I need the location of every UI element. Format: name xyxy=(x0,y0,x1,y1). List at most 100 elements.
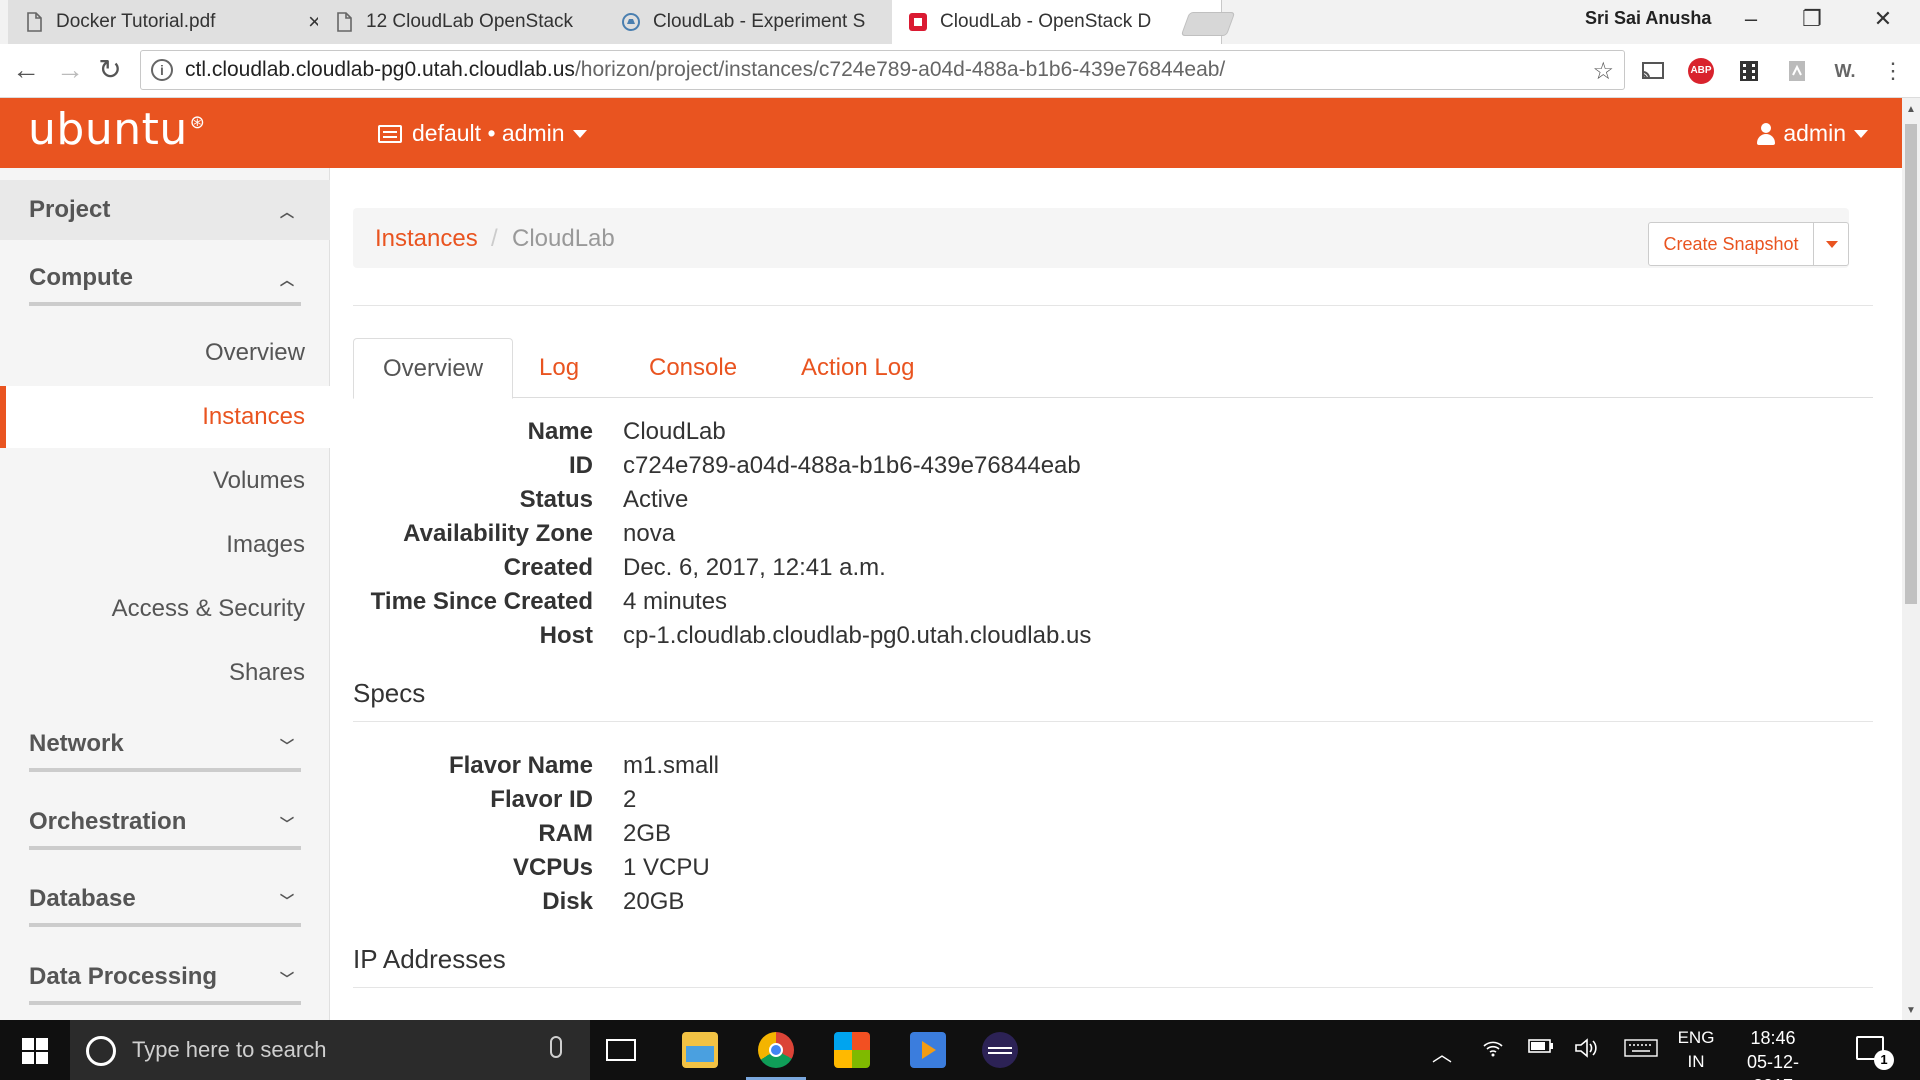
user-menu[interactable]: admin xyxy=(1757,120,1868,147)
restore-icon[interactable]: ❐ xyxy=(1797,6,1827,32)
forward-icon[interactable]: → xyxy=(52,54,88,86)
chrome-center-icon xyxy=(769,1043,783,1057)
specs-row-ram: RAM 2GB xyxy=(353,820,1553,854)
film-icon[interactable] xyxy=(1736,58,1762,84)
breadcrumb-instances-link[interactable]: Instances xyxy=(375,225,478,253)
overview-row-host: Host cp-1.cloudlab.cloudlab-pg0.utah.clo… xyxy=(353,622,1553,656)
sidebar-section-label: Network xyxy=(29,730,124,757)
overview-row-availability-zone: Availability Zone nova xyxy=(353,520,1553,554)
specs-row-vcpus: VCPUs 1 VCPU xyxy=(353,854,1553,888)
page-scrollbar[interactable]: ▲ ▼ xyxy=(1902,98,1920,1020)
scrollbar-thumb[interactable] xyxy=(1905,124,1917,604)
sidebar-section-compute[interactable]: Compute ︿ xyxy=(0,264,330,292)
sidebar-section-orchestration[interactable]: Orchestration ﹀ xyxy=(0,808,330,836)
chevron-down-icon: ﹀ xyxy=(280,971,294,987)
create-snapshot-button[interactable]: Create Snapshot xyxy=(1648,222,1814,266)
project-switcher-label: default • admin xyxy=(412,120,565,146)
adblock-icon[interactable]: ABP xyxy=(1688,58,1714,84)
sidebar-section-label: Orchestration xyxy=(29,808,187,835)
field-value: m1.small xyxy=(623,752,720,779)
bookmark-star-icon[interactable]: ☆ xyxy=(1592,57,1614,86)
sidebar-item-access-security[interactable]: Access & Security xyxy=(0,578,330,640)
sidebar-section-project[interactable]: Project ︿ xyxy=(0,196,330,224)
browser-tab-cloudlab-openstack[interactable]: 12 CloudLab OpenStack × xyxy=(318,0,648,44)
system-clock[interactable]: 18:46 05-12-2017 xyxy=(1733,1026,1813,1080)
sidebar-item-overview[interactable]: Overview xyxy=(0,322,330,384)
new-tab-button[interactable] xyxy=(1180,12,1236,36)
profile-name[interactable]: Sri Sai Anusha xyxy=(1585,8,1711,29)
caret-down-icon xyxy=(1854,129,1868,138)
back-icon[interactable]: ← xyxy=(8,54,44,86)
sidebar-item-shares[interactable]: Shares xyxy=(0,642,330,704)
input-language[interactable]: ENG IN xyxy=(1672,1026,1720,1074)
windows-taskbar: Type here to search ︿ ENG IN 18:46 05-12… xyxy=(0,1020,1920,1080)
store-icon[interactable] xyxy=(834,1032,870,1068)
overview-row-name: Name CloudLab xyxy=(353,418,1553,452)
tab-overview[interactable]: Overview xyxy=(353,338,514,399)
media-player-icon[interactable] xyxy=(910,1032,946,1068)
ubuntu-logo[interactable]: ubuntu ⊛ xyxy=(28,104,205,155)
ip-addresses-heading: IP Addresses xyxy=(353,944,506,974)
taskbar-search-box[interactable]: Type here to search xyxy=(70,1020,590,1080)
windows-start-icon[interactable] xyxy=(22,1038,48,1064)
clock-date: 05-12-2017 xyxy=(1746,1052,1800,1080)
section-divider xyxy=(29,302,301,306)
w-extension-icon[interactable]: W. xyxy=(1832,58,1858,84)
url-host: ctl.cloudlab.cloudlab-pg0.utah.cloudlab.… xyxy=(185,58,575,81)
sidebar-section-database[interactable]: Database ﹀ xyxy=(0,885,330,913)
openstack-icon xyxy=(908,12,928,32)
keyboard-icon[interactable] xyxy=(1624,1038,1658,1063)
specs-row-flavor-name: Flavor Name m1.small xyxy=(353,752,1553,786)
eclipse-icon[interactable] xyxy=(982,1032,1018,1068)
chevron-down-icon: ﹀ xyxy=(280,816,294,832)
browser-tab-docker[interactable]: Docker Tutorial.pdf × xyxy=(8,0,338,44)
minimize-icon[interactable]: – xyxy=(1736,6,1766,32)
overview-row-created: Created Dec. 6, 2017, 12:41 a.m. xyxy=(353,554,1553,588)
sidebar-item-images[interactable]: Images xyxy=(0,514,330,576)
window-close-icon[interactable]: ✕ xyxy=(1868,6,1898,32)
project-switcher[interactable]: default • admin xyxy=(378,120,587,147)
actions-dropdown-toggle[interactable] xyxy=(1813,222,1849,266)
microphone-icon[interactable] xyxy=(550,1036,562,1058)
tab-console[interactable]: Console xyxy=(620,338,766,398)
field-label: Flavor Name xyxy=(448,752,593,779)
wifi-icon[interactable] xyxy=(1482,1038,1504,1063)
chrome-icon[interactable] xyxy=(758,1032,794,1068)
browser-toolbar: ← → ↻ i ctl.cloudlab.cloudlab-pg0.utah.c… xyxy=(0,44,1920,98)
info-icon[interactable]: i xyxy=(151,59,173,81)
battery-icon[interactable] xyxy=(1528,1038,1554,1059)
chevron-down-icon: ﹀ xyxy=(280,738,294,754)
page-header-divider xyxy=(353,305,1873,306)
kebab-menu-icon[interactable]: ⋮ xyxy=(1880,58,1906,84)
scroll-down-icon[interactable]: ▼ xyxy=(1906,1005,1916,1016)
browser-tab-openstack-dashboard[interactable]: CloudLab - OpenStack D × xyxy=(892,0,1222,44)
document-icon xyxy=(24,12,44,32)
sidebar-item-instances[interactable]: Instances xyxy=(0,386,330,448)
tab-log[interactable]: Log xyxy=(510,338,608,398)
chevron-up-icon[interactable]: ︿ xyxy=(1432,1038,1452,1067)
field-label: Availability Zone xyxy=(403,520,593,547)
pdf-icon[interactable] xyxy=(1784,58,1810,84)
volume-icon[interactable] xyxy=(1574,1038,1598,1063)
field-label: Host xyxy=(539,622,593,649)
section-divider xyxy=(29,923,301,927)
tab-label: Docker Tutorial.pdf xyxy=(56,11,216,32)
address-bar[interactable]: i ctl.cloudlab.cloudlab-pg0.utah.cloudla… xyxy=(140,50,1625,90)
region-code: IN xyxy=(1687,1052,1705,1071)
sidebar-item-volumes[interactable]: Volumes xyxy=(0,450,330,512)
tab-action-log[interactable]: Action Log xyxy=(772,338,943,398)
url-path: /horizon/project/instances/c724e789-a04d… xyxy=(574,58,1226,81)
browser-tab-cloudlab-experiment[interactable]: CloudLab - Experiment S × xyxy=(605,0,935,44)
action-center-icon[interactable]: 1 xyxy=(1856,1036,1894,1070)
field-label: Time Since Created xyxy=(370,588,593,615)
sidebar-section-network[interactable]: Network ﹀ xyxy=(0,730,330,758)
task-view-icon[interactable] xyxy=(606,1039,636,1061)
scroll-up-icon[interactable]: ▲ xyxy=(1906,104,1916,115)
field-label: RAM xyxy=(538,820,593,847)
file-explorer-icon[interactable] xyxy=(682,1032,718,1068)
reload-icon[interactable]: ↻ xyxy=(92,54,128,86)
tab-label: 12 CloudLab OpenStack xyxy=(366,11,574,32)
sidebar-section-data-processing[interactable]: Data Processing ﹀ xyxy=(0,963,330,991)
language-code: ENG xyxy=(1677,1028,1715,1047)
cast-icon[interactable] xyxy=(1640,58,1666,84)
